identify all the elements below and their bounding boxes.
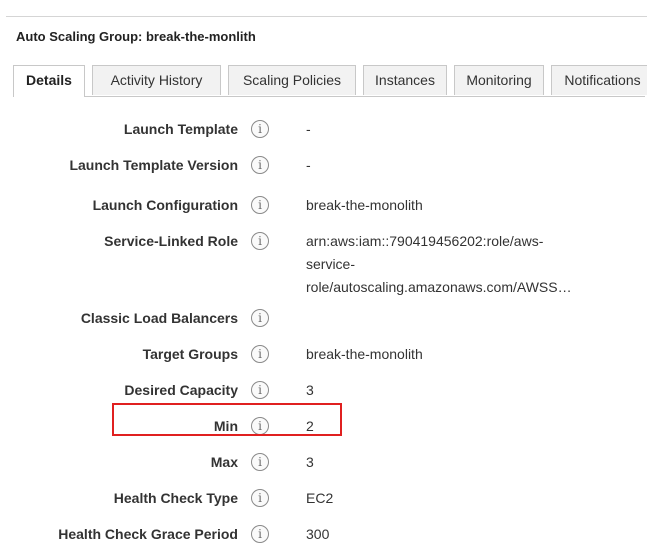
info-icon[interactable]: i: [251, 309, 269, 327]
detail-row-health-check-grace-period: Health Check Grace Period i 300: [0, 524, 647, 546]
tab-bar: Details Activity History Scaling Policie…: [13, 65, 647, 97]
detail-label: Launch Configuration: [92, 197, 238, 213]
info-icon[interactable]: i: [251, 489, 269, 507]
tab-instances[interactable]: Instances: [363, 65, 447, 95]
tab-scaling-policies[interactable]: Scaling Policies: [228, 65, 356, 95]
detail-row-launch-template-version: Launch Template Version i -: [0, 155, 647, 177]
service-role-line: service-: [306, 256, 356, 272]
tab-activity-history[interactable]: Activity History: [92, 65, 221, 95]
info-icon[interactable]: i: [251, 156, 269, 174]
service-role-line: role/autoscaling.amazonaws.com/AWSS…: [306, 279, 572, 295]
tab-monitoring[interactable]: Monitoring: [454, 65, 544, 95]
detail-value: 300: [306, 526, 330, 542]
detail-row-max: Max i 3: [0, 452, 647, 474]
tab-details[interactable]: Details: [13, 65, 85, 97]
info-icon[interactable]: i: [251, 525, 269, 543]
service-role-line: arn:aws:iam::790419456202:role/aws-: [306, 233, 544, 249]
detail-row-launch-template: Launch Template i -: [0, 119, 647, 141]
detail-row-service-linked-role: Service-Linked Role i arn:aws:iam::79041…: [0, 231, 647, 295]
detail-label: Target Groups: [142, 346, 238, 362]
detail-label: Launch Template Version: [69, 157, 238, 173]
target-group-link[interactable]: break-the-monolith: [306, 344, 423, 364]
detail-label: Service-Linked Role: [104, 233, 238, 249]
page-title: Auto Scaling Group: break-the-monlith: [16, 29, 256, 44]
detail-value: 3: [306, 382, 314, 398]
info-icon[interactable]: i: [251, 196, 269, 214]
detail-label: Max: [210, 454, 238, 470]
detail-value: 3: [306, 454, 314, 470]
info-icon[interactable]: i: [251, 453, 269, 471]
detail-row-target-groups: Target Groups i break-the-monolith: [0, 344, 647, 366]
detail-value: arn:aws:iam::790419456202:role/aws- serv…: [306, 230, 578, 299]
info-icon[interactable]: i: [251, 120, 269, 138]
detail-label: Health Check Type: [113, 490, 238, 506]
detail-row-classic-load-balancers: Classic Load Balancers i: [0, 308, 647, 330]
detail-label: Classic Load Balancers: [80, 310, 238, 326]
detail-row-launch-configuration: Launch Configuration i break-the-monolit…: [0, 195, 647, 217]
detail-label: Desired Capacity: [124, 382, 238, 398]
auto-scaling-group-details-panel: Auto Scaling Group: break-the-monlith De…: [0, 0, 647, 560]
detail-value: -: [306, 121, 311, 137]
divider: [6, 16, 647, 17]
detail-label: Launch Template: [123, 121, 238, 137]
info-icon[interactable]: i: [251, 381, 269, 399]
launch-configuration-link[interactable]: break-the-monolith: [306, 195, 423, 215]
detail-value: -: [306, 157, 311, 173]
detail-label: Health Check Grace Period: [58, 526, 238, 542]
info-icon[interactable]: i: [251, 345, 269, 363]
min-highlight-box: [112, 403, 342, 436]
detail-row-desired-capacity: Desired Capacity i 3: [0, 380, 647, 402]
detail-row-health-check-type: Health Check Type i EC2: [0, 488, 647, 510]
info-icon[interactable]: i: [251, 232, 269, 250]
tab-notifications[interactable]: Notifications: [551, 65, 647, 95]
detail-value: EC2: [306, 490, 334, 506]
